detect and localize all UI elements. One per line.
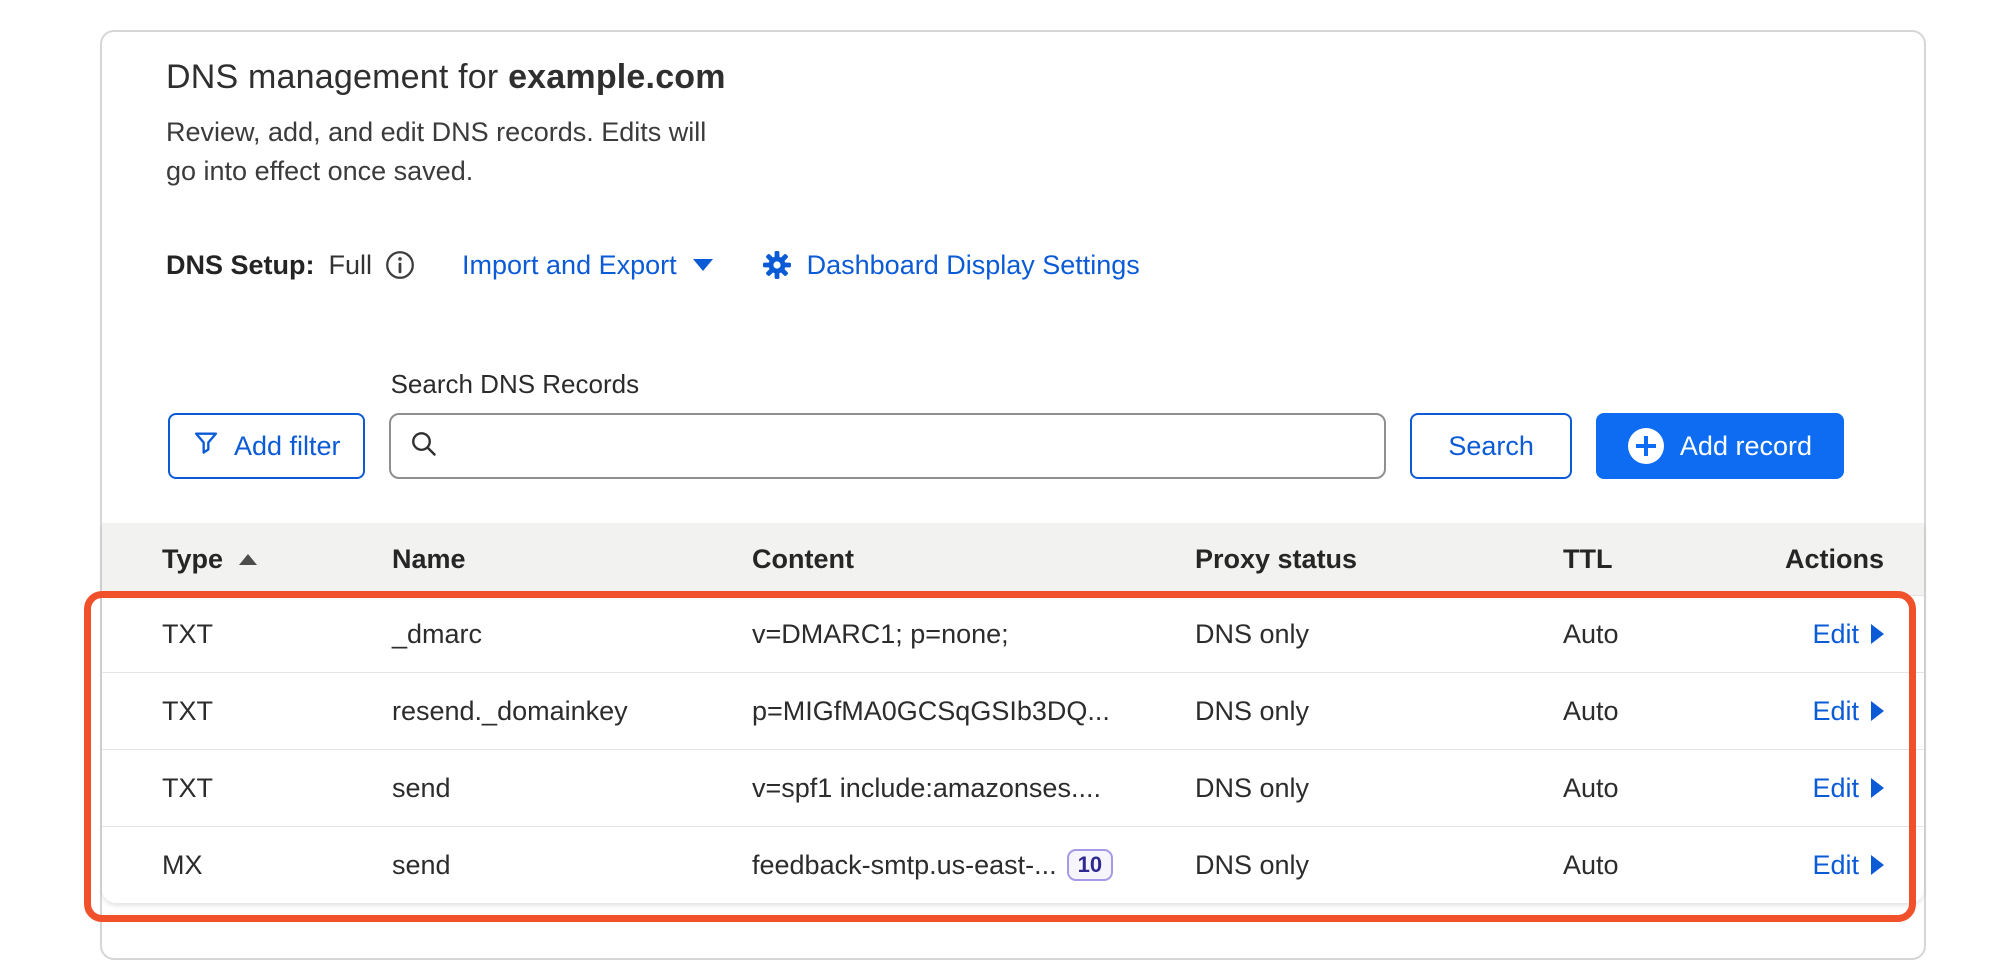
record-content-text: v=spf1 include:amazonses....: [752, 773, 1101, 804]
edit-link-label: Edit: [1812, 696, 1859, 727]
page-title-domain: example.com: [508, 58, 726, 96]
cell-type: TXT: [162, 619, 392, 650]
mx-priority-badge: 10: [1067, 849, 1113, 881]
chevron-right-icon: [1871, 855, 1884, 875]
chevron-down-icon: [693, 259, 713, 271]
cell-ttl: Auto: [1563, 773, 1763, 804]
cell-actions: Edit: [1763, 773, 1884, 804]
add-record-button[interactable]: Add record: [1596, 413, 1844, 479]
cell-content: feedback-smtp.us-east-... 10: [752, 849, 1195, 881]
column-header-proxy-status: Proxy status: [1195, 544, 1563, 575]
filter-icon: [192, 429, 220, 464]
column-header-type[interactable]: Type: [162, 544, 392, 575]
cell-type: TXT: [162, 696, 392, 727]
cell-ttl: Auto: [1563, 696, 1763, 727]
table-row: TXT send v=spf1 include:amazonses.... DN…: [102, 749, 1924, 826]
dns-management-card: DNS management for example.com Review, a…: [100, 30, 1926, 960]
record-content-text: feedback-smtp.us-east-...: [752, 850, 1057, 881]
column-header-type-label: Type: [162, 544, 223, 575]
search-button-label: Search: [1448, 431, 1534, 462]
edit-record-link[interactable]: Edit: [1812, 773, 1884, 804]
page-subtitle: Review, add, and edit DNS records. Edits…: [166, 113, 1924, 191]
cell-content: v=DMARC1; p=none;: [752, 619, 1195, 650]
edit-record-link[interactable]: Edit: [1812, 850, 1884, 881]
add-filter-button[interactable]: Add filter: [168, 413, 365, 479]
cell-ttl: Auto: [1563, 850, 1763, 881]
edit-link-label: Edit: [1812, 850, 1859, 881]
info-icon[interactable]: [384, 249, 416, 281]
edit-link-label: Edit: [1812, 619, 1859, 650]
dashboard-display-settings-label: Dashboard Display Settings: [807, 250, 1140, 281]
table-header-row: Type Name Content Proxy status TTL Actio…: [102, 523, 1924, 595]
dns-records-table: Type Name Content Proxy status TTL Actio…: [102, 523, 1924, 903]
page-title-prefix: DNS management for: [166, 58, 508, 96]
dns-setup-value: Full: [329, 250, 373, 281]
table-row: TXT _dmarc v=DMARC1; p=none; DNS only Au…: [102, 595, 1924, 672]
cell-type: MX: [162, 850, 392, 881]
cell-type: TXT: [162, 773, 392, 804]
add-record-label: Add record: [1680, 431, 1812, 462]
sort-ascending-icon: [239, 554, 257, 565]
dns-setup-row: DNS Setup: Full Import and Export: [166, 249, 1924, 281]
cell-content: p=MIGfMA0GCSqGSIb3DQ...: [752, 696, 1195, 727]
column-header-content: Content: [752, 544, 1195, 575]
cell-content: v=spf1 include:amazonses....: [752, 773, 1195, 804]
search-button[interactable]: Search: [1410, 413, 1572, 479]
cell-name: send: [392, 850, 752, 881]
search-records-label: Search DNS Records: [391, 369, 1387, 400]
import-export-label: Import and Export: [462, 250, 677, 281]
cell-actions: Edit: [1763, 619, 1884, 650]
cell-name: resend._domainkey: [392, 696, 752, 727]
records-toolbar: Add filter Search DNS Records Search Add…: [168, 369, 1844, 479]
cell-proxy-status: DNS only: [1195, 773, 1563, 804]
edit-link-label: Edit: [1812, 773, 1859, 804]
chevron-right-icon: [1871, 624, 1884, 644]
cell-proxy-status: DNS only: [1195, 696, 1563, 727]
gear-icon: [761, 249, 793, 281]
dashboard-display-settings-link[interactable]: Dashboard Display Settings: [761, 249, 1140, 281]
dns-setup-label: DNS Setup:: [166, 250, 315, 281]
record-content-text: v=DMARC1; p=none;: [752, 619, 1009, 650]
cell-proxy-status: DNS only: [1195, 850, 1563, 881]
import-export-dropdown[interactable]: Import and Export: [462, 250, 713, 281]
column-header-name: Name: [392, 544, 752, 575]
cell-name: _dmarc: [392, 619, 752, 650]
card-header: DNS management for example.com Review, a…: [102, 32, 1924, 191]
search-group: Search DNS Records: [389, 369, 1387, 479]
edit-record-link[interactable]: Edit: [1812, 696, 1884, 727]
search-icon: [409, 429, 439, 464]
cell-ttl: Auto: [1563, 619, 1763, 650]
column-header-ttl: TTL: [1563, 544, 1763, 575]
plus-icon: [1628, 428, 1664, 464]
edit-record-link[interactable]: Edit: [1812, 619, 1884, 650]
table-row: TXT resend._domainkey p=MIGfMA0GCSqGSIb3…: [102, 672, 1924, 749]
subtitle-line-1: Review, add, and edit DNS records. Edits…: [166, 113, 1924, 152]
search-box: [389, 413, 1387, 479]
chevron-right-icon: [1871, 701, 1884, 721]
page-title: DNS management for example.com: [166, 58, 1924, 97]
cell-actions: Edit: [1763, 850, 1884, 881]
table-row: MX send feedback-smtp.us-east-... 10 DNS…: [102, 826, 1924, 903]
cell-actions: Edit: [1763, 696, 1884, 727]
chevron-right-icon: [1871, 778, 1884, 798]
column-header-actions: Actions: [1763, 544, 1884, 575]
search-input[interactable]: [453, 431, 1367, 462]
record-content-text: p=MIGfMA0GCSqGSIb3DQ...: [752, 696, 1110, 727]
cell-proxy-status: DNS only: [1195, 619, 1563, 650]
add-filter-label: Add filter: [234, 431, 341, 462]
cell-name: send: [392, 773, 752, 804]
subtitle-line-2: go into effect once saved.: [166, 152, 1924, 191]
